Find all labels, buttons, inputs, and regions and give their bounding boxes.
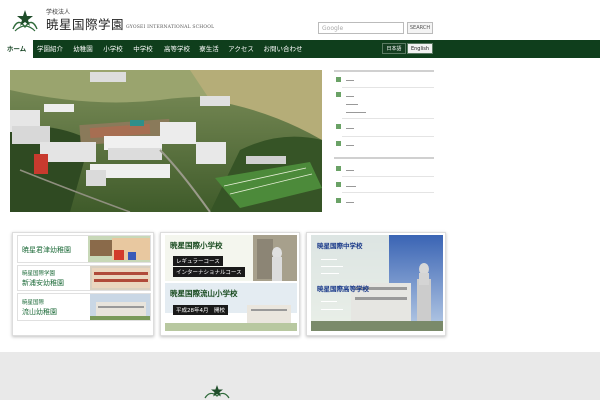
news-separator bbox=[342, 192, 434, 193]
list-item bbox=[321, 266, 343, 267]
nav-item-contact[interactable]: お問い合わせ bbox=[260, 40, 306, 58]
list-item[interactable] bbox=[346, 96, 354, 97]
gyosei-high-school-title: 暁星国際高等学校 bbox=[317, 285, 369, 293]
regular-course-label: レギュラーコース bbox=[173, 256, 223, 266]
list-item[interactable] bbox=[346, 112, 366, 113]
nagareyama-kindergarten-label-1: 暁星国際 bbox=[22, 300, 45, 306]
list-item[interactable] bbox=[346, 128, 354, 129]
news-bullet-icon bbox=[336, 141, 341, 146]
elementary-card: 暁星国際小学校 レギュラーコース インターナショナルコース 暁星国際流山小学校 … bbox=[160, 232, 300, 336]
list-item bbox=[321, 273, 339, 274]
news-separator bbox=[342, 118, 434, 119]
list-item[interactable] bbox=[346, 170, 354, 171]
list-item[interactable] bbox=[346, 80, 354, 81]
nav-item-access[interactable]: アクセス bbox=[225, 40, 257, 58]
shinurayasu-kindergarten-label-2: 新浦安幼稚園 bbox=[22, 279, 64, 287]
opening-date-label: 平成28年4月 開校 bbox=[173, 305, 228, 315]
gyosei-elementary-banner[interactable]: 暁星国際小学校 レギュラーコース インターナショナルコース bbox=[165, 235, 297, 281]
lang-japanese-button[interactable]: 日本語 bbox=[382, 43, 406, 54]
kimitsu-kindergarten-banner[interactable]: 暁星君津幼稚園 bbox=[17, 235, 151, 263]
news-bullet-icon bbox=[336, 198, 341, 203]
news-mid-divider bbox=[334, 157, 434, 159]
nagareyama-elementary-title: 暁星国際流山小学校 bbox=[170, 289, 238, 298]
nav-item-dormitory[interactable]: 寮生活 bbox=[196, 40, 222, 58]
footer-emblem-icon bbox=[204, 385, 230, 399]
news-separator bbox=[342, 87, 434, 88]
gyosei-elementary-title: 暁星国際小学校 bbox=[170, 241, 223, 250]
kindergarten-card: 暁星君津幼稚園 暁星国際学園 新浦安幼稚園 暁星国際 流山幼稚園 bbox=[12, 232, 154, 336]
gyosei-junior-high-title: 暁星国際中学校 bbox=[317, 242, 363, 250]
nav-item-about[interactable]: 学園紹介 bbox=[34, 40, 66, 58]
list-item bbox=[321, 301, 337, 302]
news-top-divider bbox=[334, 70, 434, 72]
news-bullet-icon bbox=[336, 166, 341, 171]
news-bullet-icon bbox=[336, 77, 341, 82]
campus-aerial-photo bbox=[10, 70, 322, 212]
main-nav: ホーム 学園紹介 幼稚園 小学校 中学校 高等学校 寮生活 アクセス お問い合わ… bbox=[0, 40, 600, 58]
school-emblem-icon[interactable] bbox=[10, 7, 40, 35]
junior-high-card: 暁星国際中学校 暁星国際高等学校 bbox=[306, 232, 446, 336]
shinurayasu-kindergarten-label-1: 暁星国際学園 bbox=[22, 271, 56, 277]
news-bullet-icon bbox=[336, 182, 341, 187]
nav-item-junior-high[interactable]: 中学校 bbox=[129, 40, 157, 58]
school-name-en: GYOSEI INTERNATIONAL SCHOOL bbox=[126, 25, 215, 30]
site-footer bbox=[0, 352, 600, 400]
site-header: 学校法人 暁星国際学園 GYOSEI INTERNATIONAL SCHOOL … bbox=[0, 0, 600, 40]
school-name-logo[interactable]: 暁星国際学園 bbox=[46, 14, 124, 33]
search-button[interactable]: SEARCH bbox=[407, 22, 433, 34]
list-item bbox=[321, 259, 337, 260]
junior-high-banner[interactable]: 暁星国際中学校 暁星国際高等学校 bbox=[311, 235, 443, 331]
international-course-label: インターナショナルコース bbox=[173, 267, 245, 277]
shinurayasu-kindergarten-banner[interactable]: 暁星国際学園 新浦安幼稚園 bbox=[17, 265, 151, 291]
nav-item-elementary[interactable]: 小学校 bbox=[99, 40, 127, 58]
news-separator bbox=[342, 136, 434, 137]
list-item[interactable] bbox=[346, 186, 356, 187]
list-item[interactable] bbox=[346, 104, 358, 105]
nagareyama-kindergarten-banner[interactable]: 暁星国際 流山幼稚園 bbox=[17, 293, 151, 321]
nav-item-high-school[interactable]: 高等学校 bbox=[160, 40, 194, 58]
nagareyama-elementary-banner[interactable]: 暁星国際流山小学校 平成28年4月 開校 bbox=[165, 283, 297, 331]
list-item bbox=[321, 309, 343, 310]
news-list bbox=[334, 70, 434, 212]
news-separator bbox=[342, 176, 434, 177]
nagareyama-kindergarten-label-2: 流山幼稚園 bbox=[22, 308, 57, 316]
lang-english-button[interactable]: English bbox=[407, 43, 433, 54]
nav-item-home[interactable]: ホーム bbox=[0, 40, 33, 58]
search-input[interactable] bbox=[318, 22, 404, 34]
news-bullet-icon bbox=[336, 92, 341, 97]
list-item[interactable] bbox=[346, 145, 354, 146]
kimitsu-kindergarten-label: 暁星君津幼稚園 bbox=[22, 246, 71, 254]
news-bullet-icon bbox=[336, 124, 341, 129]
list-item[interactable] bbox=[346, 202, 354, 203]
nav-item-kindergarten[interactable]: 幼稚園 bbox=[68, 40, 98, 58]
